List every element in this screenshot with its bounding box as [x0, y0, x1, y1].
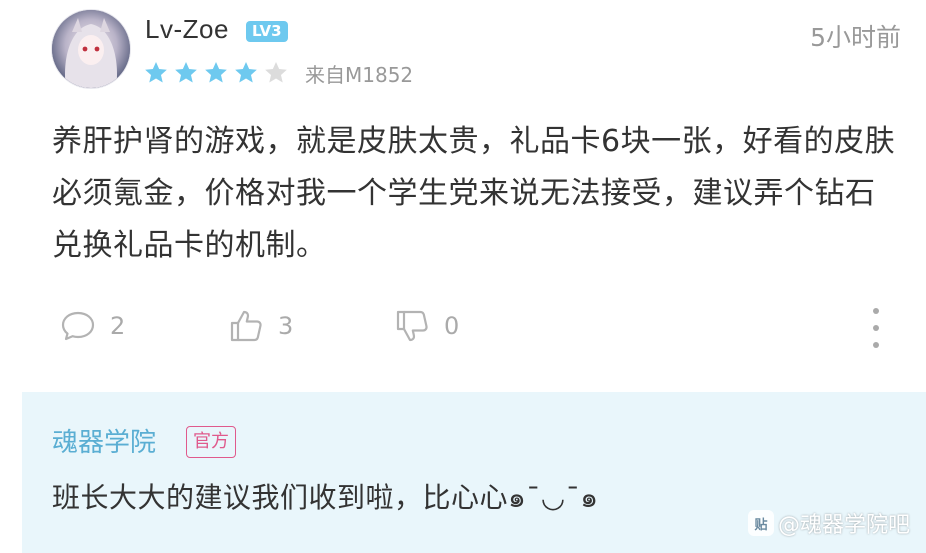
more-dot	[873, 308, 879, 314]
star-filled-icon	[235, 61, 257, 83]
star-filled-icon	[175, 61, 197, 83]
reply-author[interactable]: 魂器学院	[52, 422, 156, 459]
comment-count: 2	[110, 312, 126, 340]
comment-bubble-icon	[61, 311, 95, 341]
more-dot	[873, 325, 879, 331]
device-info: 来自M1852	[305, 63, 414, 87]
dislike-count: 0	[444, 312, 460, 340]
rating-stars	[143, 60, 289, 86]
reply-text: 班长大大的建议我们收到啦，比心心๑¯◡¯๑	[52, 481, 599, 514]
thumbs-up-icon	[230, 310, 262, 342]
more-vertical-icon[interactable]	[868, 308, 884, 348]
level-badge: LV3	[246, 21, 288, 42]
action-bar: 2 3 0	[60, 308, 890, 350]
star-filled-icon	[145, 61, 167, 83]
more-dot	[873, 342, 879, 348]
like-button[interactable]: 3	[228, 308, 293, 344]
avatar-image	[52, 10, 130, 88]
watermark: 贴 @魂器学院吧	[747, 507, 910, 539]
review-content: 养肝护肾的游戏，就是皮肤太贵，礼品卡6块一张，好看的皮肤必须氪金，价格对我一个学…	[52, 124, 896, 263]
review-card: Lv-Zoe LV3 5小时前 来自M1852 养肝护肾的游戏，就是皮肤太贵，礼…	[0, 0, 926, 553]
dislike-button[interactable]: 0	[394, 308, 459, 344]
post-time: 5小时前	[810, 23, 901, 52]
avatar[interactable]	[52, 10, 130, 88]
star-filled-icon	[205, 61, 227, 83]
tieba-logo-icon: 贴	[747, 510, 774, 536]
thumbs-down-icon	[396, 310, 428, 342]
official-badge: 官方	[186, 426, 236, 458]
watermark-text: @魂器学院吧	[777, 513, 910, 538]
comment-button[interactable]: 2	[60, 308, 125, 344]
like-count: 3	[278, 312, 294, 340]
username[interactable]: Lv-Zoe	[145, 14, 229, 45]
star-empty-icon	[265, 61, 287, 83]
